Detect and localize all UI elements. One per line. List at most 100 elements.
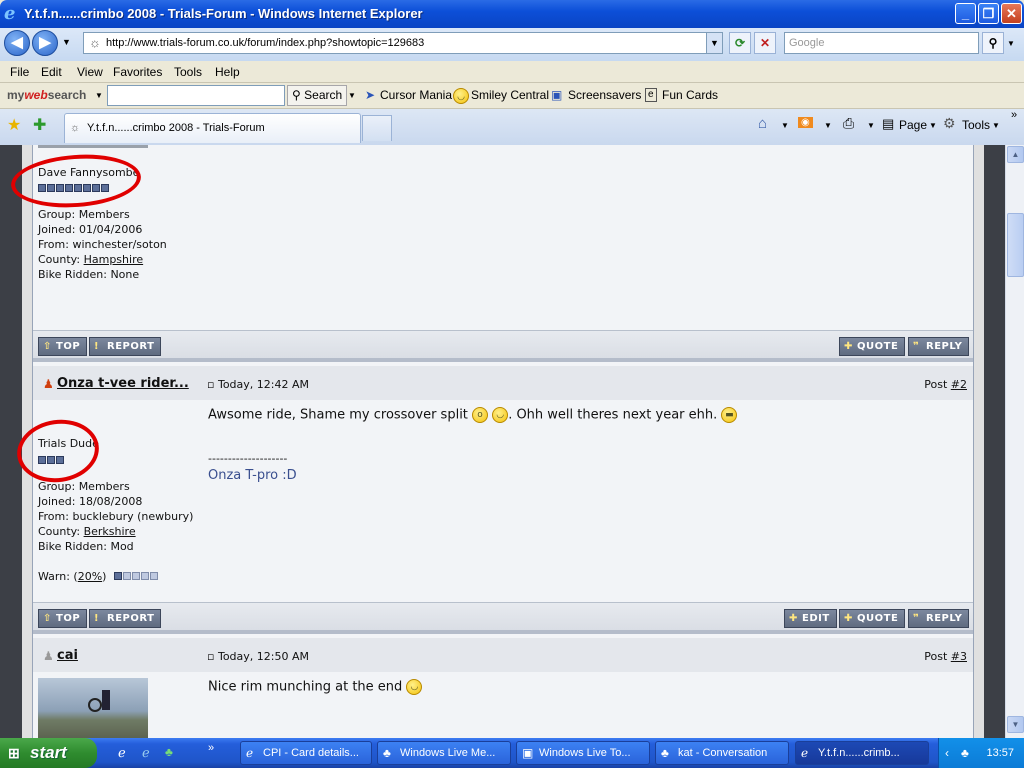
smiley-icon: ◡ [453,88,469,104]
refresh-button[interactable]: ⟳ [729,32,751,54]
task-kat-conversation[interactable]: ♣ kat - Conversation [655,741,789,765]
tools-dropdown-icon[interactable]: ▼ [992,121,1000,130]
bike-wheel-shape [88,698,102,712]
reply-button[interactable]: ❞ REPLY [908,337,970,356]
mywebsearch-toolbar: mywebsearch ▼ ⚲ Search ▼ ➤ Cursor Mania … [0,83,1024,109]
google-search-input[interactable]: Google [784,32,979,54]
county-link[interactable]: Berkshire [84,525,136,538]
cursor-mania-link[interactable]: Cursor Mania [380,88,452,102]
tray-expand-icon[interactable]: ‹ [945,738,949,768]
tab-loading-icon: ☼ [70,122,81,134]
quote-button[interactable]: ✚ QUOTE [839,337,906,356]
vertical-scrollbar[interactable]: ▲ ▼ [1005,145,1024,738]
mywebsearch-input[interactable] [107,85,285,106]
menu-view[interactable]: View [77,65,103,79]
post-2-actions: ⇧ TOP ! REPORT ✚ EDIT ✚ QUOTE ❞ REPLY [33,602,973,634]
edit-button[interactable]: ✚ EDIT [784,609,837,628]
tab-row: ★ ✚ ☼ Y.t.f.n......crimbo 2008 - Trials-… [0,109,1024,145]
fun-cards-icon: e [645,88,657,102]
member-bike: Bike Ridden: Mod [38,540,134,553]
report-button[interactable]: ! REPORT [89,337,162,356]
mywebsearch-search-button[interactable]: ⚲ Search [287,85,347,106]
post-2-username[interactable]: Onza t-vee rider... [57,376,189,391]
member-group: Group: Members [38,208,130,221]
post-2-link[interactable]: #2 [951,378,967,391]
minimize-button[interactable]: _ [955,3,976,24]
menu-help[interactable]: Help [215,65,240,79]
messenger-task-icon: ♣ [383,746,391,760]
quicklaunch-more-icon[interactable]: » [208,742,214,754]
search-go-button[interactable]: ⚲ [982,32,1004,54]
warn-pip [140,572,149,580]
page-dropdown-icon[interactable]: ▼ [929,121,937,130]
warn-pip [122,572,131,580]
post-3-header: ♟ cai ▫ Today, 12:50 AM Post #3 [33,638,973,672]
top-button[interactable]: ⇧ TOP [38,609,88,628]
tab-active[interactable]: ☼ Y.t.f.n......crimbo 2008 - Trials-Foru… [64,113,361,143]
quote-button[interactable]: ✚ QUOTE [839,609,906,628]
reply-button[interactable]: ❞ REPLY [908,609,970,628]
avatar-partial [38,145,148,148]
ie-logo-icon: e [4,3,16,24]
restore-button[interactable]: ❐ [978,3,999,24]
member-county: County: Berkshire [38,525,136,538]
new-tab-button[interactable] [362,115,392,141]
window-task-icon: ▣ [522,746,534,760]
print-dropdown-icon[interactable]: ▼ [867,121,875,130]
history-dropdown-icon[interactable]: ▼ [62,37,71,47]
screensavers-link[interactable]: Screensavers [568,88,641,102]
tray-messenger-icon[interactable]: ♣ [961,738,969,768]
feeds-dropdown-icon[interactable]: ▼ [824,121,832,130]
member-group: Group: Members [38,480,130,493]
tools-gear-icon: ⚙ [943,115,956,131]
chevron-more-icon[interactable]: » [1011,109,1017,121]
member-joined: Joined: 18/08/2008 [38,495,143,508]
member-joined: Joined: 01/04/2006 [38,223,143,236]
print-icon[interactable]: ⎙ [843,115,854,132]
address-input[interactable]: ☼ http://www.trials-forum.co.uk/forum/in… [83,32,723,54]
scroll-down-icon[interactable]: ▼ [1007,716,1024,733]
post-3-link[interactable]: #3 [951,650,967,663]
quicklaunch-messenger-icon[interactable]: ♣ [165,745,173,759]
add-favorites-icon[interactable]: ✚ [33,115,46,135]
task-trials-forum[interactable]: ℯ Y.t.f.n......crimb... [795,741,929,765]
report-button[interactable]: ! REPORT [89,609,162,628]
menu-edit[interactable]: Edit [41,65,62,79]
scroll-up-icon[interactable]: ▲ [1007,146,1024,163]
conversation-task-icon: ♣ [661,746,669,760]
top-button[interactable]: ⇧ TOP [38,337,88,356]
warn-link[interactable]: 20% [78,570,102,583]
menu-tools[interactable]: Tools [174,65,202,79]
quicklaunch-browser-icon[interactable]: ℯ [142,745,150,761]
menu-file[interactable]: File [10,65,29,79]
home-icon[interactable]: ⌂ [758,115,767,132]
county-link[interactable]: Hampshire [84,253,144,266]
fun-cards-link[interactable]: Fun Cards [662,88,718,102]
favorites-star-icon[interactable]: ★ [7,115,21,135]
forward-button[interactable]: ▶ [32,30,58,56]
page-viewport: Dave Fannysombe Group: Members Joined: 0… [0,145,1005,738]
task-cpi-card[interactable]: ℯ CPI - Card details... [240,741,372,765]
start-button[interactable]: ⊞ start [0,738,97,768]
menu-favorites[interactable]: Favorites [113,65,162,79]
quicklaunch-ie-icon[interactable]: ℯ [118,745,126,761]
task-live-messenger[interactable]: ♣ Windows Live Me... [377,741,511,765]
task-live-toolbar[interactable]: ▣ Windows Live To... [516,741,650,765]
post-3-username[interactable]: cai [57,648,78,663]
tools-menu[interactable]: Tools [962,118,990,132]
search-dropdown-icon[interactable]: ▼ [348,91,356,100]
topic-posts: Dave Fannysombe Group: Members Joined: 0… [9,145,974,738]
search-options-icon[interactable]: ▼ [1007,39,1015,48]
mywebsearch-menu-icon[interactable]: ▼ [95,91,103,100]
page-menu[interactable]: Page [899,118,927,132]
smiley-central-link[interactable]: Smiley Central [471,88,549,102]
close-button[interactable]: ✕ [1001,3,1022,24]
stop-button[interactable]: ✕ [754,32,776,54]
address-dropdown-icon[interactable]: ▼ [706,33,722,53]
home-dropdown-icon[interactable]: ▼ [781,121,789,130]
feeds-icon[interactable]: ◉ [798,117,813,128]
member-from: From: bucklebury (newbury) [38,510,194,523]
post-3-date: ▫ Today, 12:50 AM [207,650,309,663]
back-button[interactable]: ◀ [4,30,30,56]
scroll-thumb[interactable] [1007,213,1024,277]
